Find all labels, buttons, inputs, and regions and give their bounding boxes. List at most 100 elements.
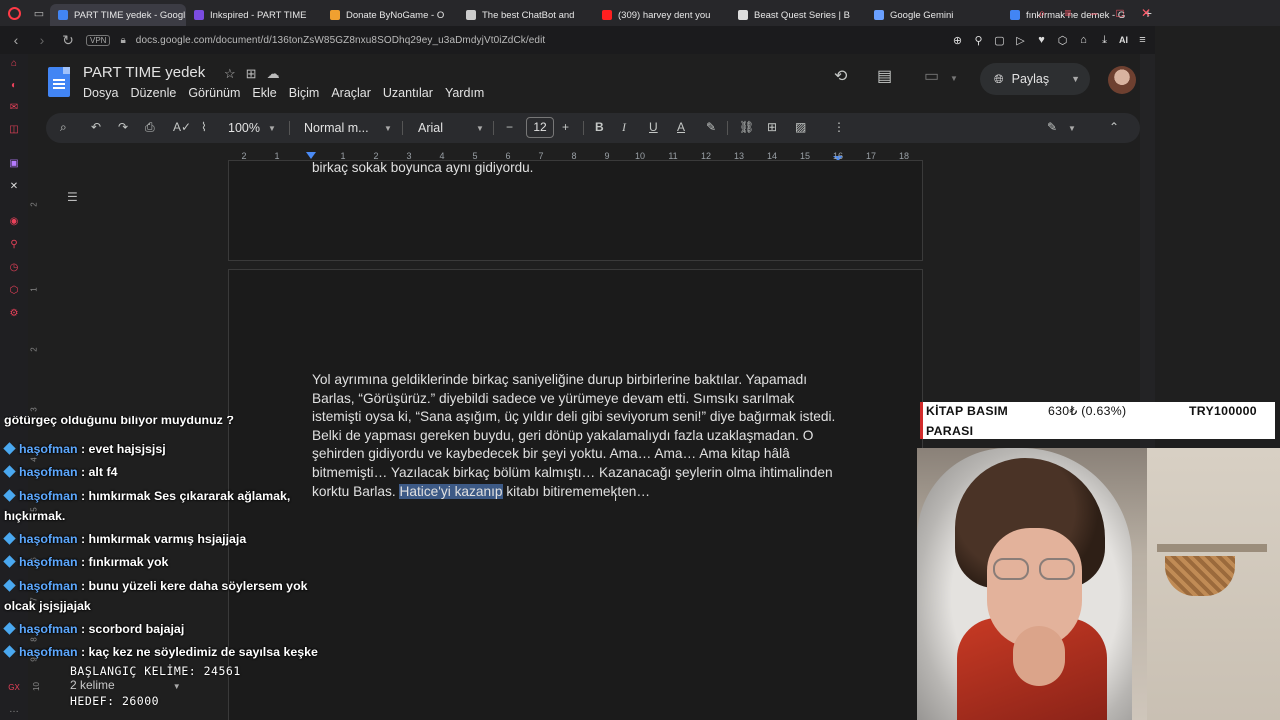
close-icon[interactable]: ✕ bbox=[1140, 6, 1152, 20]
sidebar-x-icon[interactable]: ✕ bbox=[8, 181, 20, 193]
snapshot-icon[interactable]: ▢ bbox=[993, 34, 1006, 47]
docs-logo-icon[interactable] bbox=[48, 67, 70, 97]
previous-page-text[interactable]: birkaç sokak boyunca aynı gidiyordu. bbox=[312, 160, 533, 175]
download-icon[interactable]: ⤓ bbox=[1098, 34, 1111, 47]
zoom-caret-icon[interactable]: ▼ bbox=[268, 124, 276, 133]
maximize-icon[interactable]: □ bbox=[1114, 6, 1126, 20]
share-caret-icon[interactable]: ▼ bbox=[1071, 74, 1080, 84]
chat-username[interactable]: haşofman bbox=[19, 622, 78, 636]
editing-mode-icon[interactable]: ✎ bbox=[1047, 120, 1057, 134]
menu-item[interactable]: Araçlar bbox=[331, 86, 371, 100]
chat-username[interactable]: haşofman bbox=[19, 555, 78, 569]
sidebar-instagram-icon[interactable]: ◫ bbox=[8, 124, 20, 136]
chat-username[interactable]: haşofman bbox=[19, 532, 78, 546]
tab-menu-icon[interactable]: ▭ bbox=[28, 0, 50, 26]
insert-image-icon[interactable]: ▨ bbox=[795, 120, 806, 134]
comments-icon[interactable]: ▤ bbox=[877, 66, 892, 86]
style-caret-icon[interactable]: ▼ bbox=[384, 124, 392, 133]
chat-username[interactable]: haşofman bbox=[19, 465, 78, 479]
word-count-caret-icon[interactable]: ▼ bbox=[173, 682, 181, 691]
selected-text[interactable]: Hatice'yi kazanıp bbox=[399, 483, 503, 499]
reload-icon[interactable]: ↻ bbox=[58, 32, 78, 49]
lock-icon[interactable]: 🔒︎ bbox=[120, 35, 125, 46]
text-color-icon[interactable]: A bbox=[677, 120, 685, 134]
easy-setup-icon[interactable]: ≡ bbox=[1136, 34, 1149, 46]
hide-menus-icon[interactable]: ⌃ bbox=[1109, 120, 1119, 134]
italic-icon[interactable]: I bbox=[622, 120, 626, 135]
zoom-select[interactable]: 100% bbox=[228, 121, 260, 135]
underline-icon[interactable]: U bbox=[649, 120, 658, 134]
vpn-badge[interactable]: VPN bbox=[86, 34, 111, 46]
chat-username[interactable]: haşofman bbox=[19, 645, 78, 659]
document-title[interactable]: PART TIME yedek bbox=[83, 64, 205, 81]
menu-item[interactable]: Uzantılar bbox=[383, 86, 433, 100]
heart-icon[interactable]: ♥ bbox=[1035, 34, 1048, 46]
style-select[interactable]: Normal m... bbox=[304, 121, 369, 135]
chat-username[interactable]: haşofman bbox=[19, 489, 78, 503]
menu-item[interactable]: Görünüm bbox=[188, 86, 240, 100]
browser-tab[interactable]: Donate ByNoGame - O bbox=[322, 4, 458, 26]
menu-item[interactable]: Ekle bbox=[252, 86, 276, 100]
menu-item[interactable]: Biçim bbox=[289, 86, 320, 100]
sidebar-twitch-icon[interactable]: ▣ bbox=[8, 158, 20, 170]
sidebar-pin-icon[interactable]: ⚲ bbox=[8, 239, 20, 251]
body-paragraph[interactable]: Yol ayrımına geldiklerinde birkaç saniye… bbox=[312, 371, 837, 501]
document-outline-icon[interactable]: ☰ bbox=[67, 190, 78, 204]
browser-tab[interactable]: The best ChatBot and bbox=[458, 4, 594, 26]
search-menus-icon[interactable]: ⌕ bbox=[60, 120, 67, 135]
account-icon[interactable]: ⌂ bbox=[1077, 34, 1090, 46]
extensions-icon[interactable]: ⬡ bbox=[1056, 34, 1069, 47]
sidebar-aria-icon[interactable]: ◐ bbox=[8, 80, 20, 92]
browser-tab[interactable]: Google Gemini bbox=[866, 4, 1002, 26]
link-icon[interactable]: ⛓ bbox=[739, 120, 754, 134]
menu-item[interactable]: Yardım bbox=[445, 86, 484, 100]
avatar[interactable] bbox=[1108, 66, 1136, 94]
sidebar-history-icon[interactable]: ◷ bbox=[8, 262, 20, 274]
back-icon[interactable]: ‹ bbox=[6, 32, 26, 48]
star-icon[interactable]: ☆ bbox=[224, 66, 236, 82]
left-indent-marker[interactable] bbox=[306, 152, 316, 159]
move-folder-icon[interactable]: ⊞ bbox=[246, 66, 257, 82]
font-select[interactable]: Arial bbox=[418, 121, 443, 135]
opera-logo-icon[interactable] bbox=[0, 0, 28, 26]
zoom-icon[interactable]: ⊕ bbox=[951, 34, 964, 47]
font-caret-icon[interactable]: ▼ bbox=[476, 124, 484, 133]
sidebar-extensions-icon[interactable]: ⬡ bbox=[8, 285, 20, 297]
print-icon[interactable]: ⎙ bbox=[145, 120, 155, 135]
font-size-input[interactable]: 12 bbox=[526, 117, 554, 138]
play-icon[interactable]: ▷ bbox=[1014, 34, 1027, 47]
increase-font-icon[interactable]: + bbox=[562, 120, 569, 134]
redo-icon[interactable]: ↷ bbox=[118, 120, 128, 134]
browser-tab[interactable]: Beast Quest Series | B bbox=[730, 4, 866, 26]
url-field[interactable]: docs.google.com/document/d/136tonZsW85GZ… bbox=[136, 35, 545, 46]
word-count-badge[interactable]: 2 kelime ▼ bbox=[70, 678, 181, 692]
forward-icon[interactable]: › bbox=[32, 32, 52, 48]
pin-icon[interactable]: ⚲ bbox=[972, 34, 985, 47]
menu-item[interactable]: Düzenle bbox=[130, 86, 176, 100]
version-history-icon[interactable]: ⟲ bbox=[834, 66, 847, 86]
undo-icon[interactable]: ↶ bbox=[91, 120, 101, 134]
sidebar-player-icon[interactable]: ◉ bbox=[8, 216, 20, 228]
menu-item[interactable]: Dosya bbox=[83, 86, 118, 100]
sidebar-settings-icon[interactable]: ⚙ bbox=[8, 308, 20, 320]
minimize-icon[interactable]: – bbox=[1088, 6, 1100, 20]
decrease-font-icon[interactable]: − bbox=[506, 120, 513, 134]
highlight-icon[interactable]: ✎ bbox=[706, 120, 716, 134]
search-tabs-icon[interactable]: ⌕ bbox=[1036, 6, 1048, 21]
more-options-icon[interactable]: ⋮ bbox=[833, 120, 845, 134]
sidebar-messenger-icon[interactable]: ✉ bbox=[8, 102, 20, 114]
meet-caret-icon[interactable]: ▼ bbox=[950, 74, 958, 83]
ai-button[interactable]: AI bbox=[1119, 35, 1128, 45]
page-previous[interactable] bbox=[228, 160, 923, 261]
browser-tab[interactable]: PART TIME yedek - Googl bbox=[50, 4, 186, 26]
browser-tab[interactable]: (309) harvey dent you bbox=[594, 4, 730, 26]
menu-icon[interactable]: ≡ bbox=[1062, 6, 1074, 20]
chat-username[interactable]: haşofman bbox=[19, 442, 78, 456]
meet-icon[interactable]: ▭ bbox=[924, 66, 939, 86]
paint-format-icon[interactable]: ⌇ bbox=[201, 120, 207, 134]
bold-icon[interactable]: B bbox=[595, 120, 604, 134]
sidebar-home-icon[interactable]: ⌂ bbox=[8, 58, 20, 70]
add-comment-icon[interactable]: ⊞ bbox=[767, 120, 777, 134]
spellcheck-icon[interactable]: A✓ bbox=[173, 120, 191, 134]
share-button[interactable]: 🌐︎ Paylaş ▼ bbox=[980, 63, 1090, 95]
